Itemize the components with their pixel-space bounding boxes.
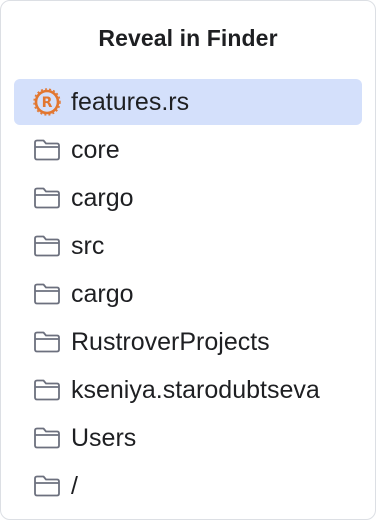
list-item-cargo[interactable]: cargo — [14, 271, 362, 317]
list-item-features-rs[interactable]: R features.rs — [14, 79, 362, 125]
list-item-label: src — [71, 232, 105, 260]
list-item-users[interactable]: Users — [14, 415, 362, 461]
list-item-src[interactable]: src — [14, 223, 362, 269]
list-item-home-folder[interactable]: kseniya.starodubtseva — [14, 367, 362, 413]
list-item-label: features.rs — [71, 88, 190, 116]
folder-icon — [32, 329, 62, 355]
list-item-label: kseniya.starodubtseva — [71, 376, 320, 404]
folder-icon — [32, 377, 62, 403]
list-item-cargo[interactable]: cargo — [14, 175, 362, 221]
folder-icon — [32, 233, 62, 259]
list-item-label: / — [71, 472, 78, 500]
folder-icon — [32, 473, 62, 499]
list-item-label: cargo — [71, 184, 134, 212]
list-item-root[interactable]: / — [14, 463, 362, 509]
rust-file-icon: R — [32, 88, 62, 116]
list-item-rustrover-projects[interactable]: RustroverProjects — [14, 319, 362, 365]
svg-text:R: R — [42, 95, 53, 111]
list-item-label: Users — [71, 424, 137, 452]
list-item-label: core — [71, 136, 120, 164]
folder-icon — [32, 281, 62, 307]
folder-icon — [32, 425, 62, 451]
path-list: R features.rs core cargo src cargo Rustr… — [14, 79, 362, 511]
folder-icon — [32, 185, 62, 211]
list-item-label: cargo — [71, 280, 134, 308]
reveal-in-finder-popup: Reveal in Finder R features.rs core carg… — [0, 0, 376, 520]
list-item-core[interactable]: core — [14, 127, 362, 173]
folder-icon — [32, 137, 62, 163]
popup-title: Reveal in Finder — [98, 25, 278, 51]
list-item-label: RustroverProjects — [71, 328, 270, 356]
